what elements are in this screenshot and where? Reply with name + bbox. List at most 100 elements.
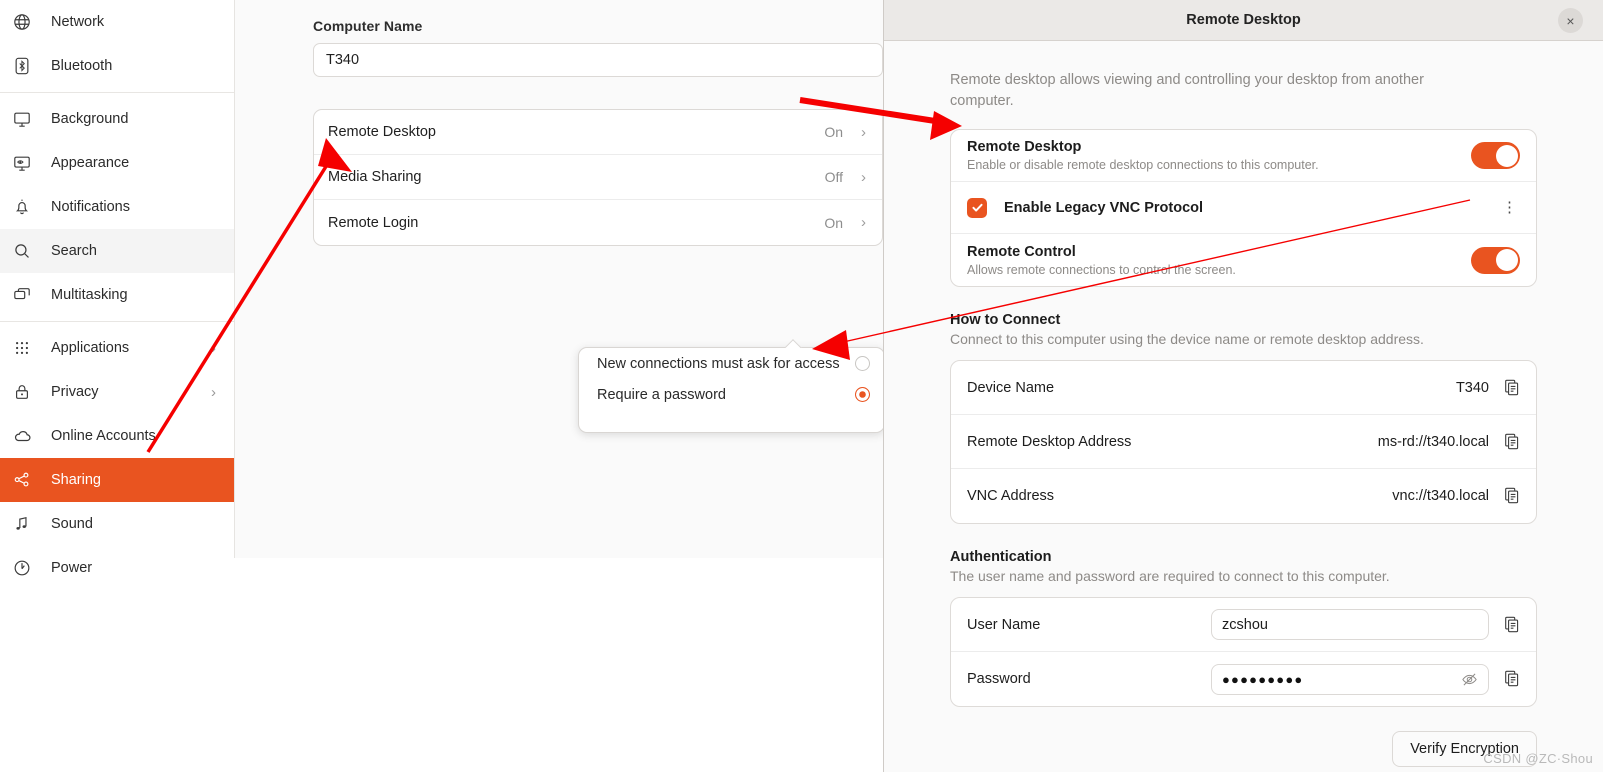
dialog-intro-text: Remote desktop allows viewing and contro… xyxy=(950,72,1424,110)
sidebar-item-label: Online Accounts xyxy=(51,428,156,444)
close-icon[interactable]: × xyxy=(1558,8,1583,33)
row-remote-control: Remote Control Allows remote connections… xyxy=(951,234,1536,286)
sidebar-item-label: Search xyxy=(51,243,97,259)
access-options-popover: New connections must ask for access Requ… xyxy=(578,347,885,433)
sidebar-item-privacy[interactable]: Privacy › xyxy=(0,370,234,414)
remote-desktop-dialog: Remote Desktop × Remote desktop allows v… xyxy=(883,0,1603,772)
search-icon xyxy=(12,241,32,261)
bluetooth-icon xyxy=(12,56,32,76)
chevron-right-icon: › xyxy=(211,339,216,357)
user-name-value: zcshou xyxy=(1222,616,1268,633)
row-legacy-vnc: Enable Legacy VNC Protocol ⋮ xyxy=(951,182,1536,235)
popover-option-label: Require a password xyxy=(597,386,726,403)
copy-icon[interactable] xyxy=(1503,378,1523,398)
remote-control-toggle[interactable] xyxy=(1471,246,1520,274)
row-password: Password ●●●●●●●●● xyxy=(951,652,1536,706)
row-key: VNC Address xyxy=(967,488,1055,505)
chevron-right-icon: › xyxy=(211,383,216,401)
list-item-state: On xyxy=(824,214,843,231)
list-item-label: Remote Desktop xyxy=(328,124,436,140)
list-item-remote-desktop[interactable]: Remote Desktop On › xyxy=(314,110,882,155)
chevron-right-icon: › xyxy=(861,168,866,186)
sidebar-item-label: Applications xyxy=(51,340,130,356)
sidebar-item-online-accounts[interactable]: Online Accounts xyxy=(0,414,234,458)
dialog-header: Remote Desktop × xyxy=(884,0,1603,41)
sidebar-item-search[interactable]: Search xyxy=(0,229,234,273)
computer-name-value: T340 xyxy=(326,52,360,68)
radio-button-selected[interactable] xyxy=(855,387,870,402)
copy-icon[interactable] xyxy=(1503,615,1523,635)
row-vnc-address: VNC Address vnc://t340.local xyxy=(951,469,1536,523)
sidebar-item-label: Appearance xyxy=(51,155,130,171)
grid-icon xyxy=(12,338,32,358)
copy-icon[interactable] xyxy=(1503,669,1523,689)
row-subtitle: Allows remote connections to control the… xyxy=(967,262,1236,277)
user-name-input[interactable]: zcshou xyxy=(1211,609,1489,641)
sidebar-item-applications[interactable]: Applications › xyxy=(0,326,234,370)
remote-desktop-toggle[interactable] xyxy=(1471,142,1520,170)
sidebar-item-sharing[interactable]: Sharing xyxy=(0,458,234,502)
copy-icon[interactable] xyxy=(1503,486,1523,506)
screen: Network Bluetooth Background Appearance … xyxy=(0,0,1603,772)
popover-arrow xyxy=(785,339,803,348)
sidebar-item-label: Sharing xyxy=(51,472,101,488)
copy-icon[interactable] xyxy=(1503,432,1523,452)
bell-icon xyxy=(12,197,32,217)
sidebar-item-network[interactable]: Network xyxy=(0,0,234,44)
sidebar-item-label: Notifications xyxy=(51,199,130,215)
authentication-heading: Authentication xyxy=(950,549,1052,566)
sidebar-item-multitasking[interactable]: Multitasking xyxy=(0,273,234,317)
row-key: Device Name xyxy=(967,379,1055,396)
sidebar-item-notifications[interactable]: Notifications xyxy=(0,185,234,229)
legacy-vnc-label: Enable Legacy VNC Protocol xyxy=(1004,199,1204,216)
kebab-menu-icon[interactable]: ⋮ xyxy=(1499,200,1520,215)
cloud-icon xyxy=(12,426,32,446)
list-item-state: On xyxy=(824,124,843,140)
settings-sidebar: Network Bluetooth Background Appearance … xyxy=(0,0,235,576)
row-key: User Name xyxy=(967,616,1041,633)
popover-option-require-password[interactable]: Require a password xyxy=(579,379,884,410)
how-to-connect-heading: How to Connect xyxy=(950,312,1061,329)
watermark: CSDN @ZC·Shou xyxy=(1483,751,1593,766)
authentication-card: User Name zcshou Password ●●●●●●●●● xyxy=(950,597,1537,708)
dialog-title: Remote Desktop xyxy=(1186,12,1301,28)
settings-window: Network Bluetooth Background Appearance … xyxy=(0,0,883,576)
chevron-right-icon: › xyxy=(861,123,866,141)
sidebar-item-label: Power xyxy=(51,560,93,576)
sidebar-item-sound[interactable]: Sound xyxy=(0,502,234,546)
remote-desktop-settings-card: Remote Desktop Enable or disable remote … xyxy=(950,129,1537,288)
sharing-content-pane: Computer Name T340 Remote Desktop On › M… xyxy=(235,0,883,558)
sidebar-item-label: Bluetooth xyxy=(51,58,113,74)
radio-button[interactable] xyxy=(855,356,870,371)
sidebar-item-bluetooth[interactable]: Bluetooth xyxy=(0,44,234,88)
row-title: Remote Desktop xyxy=(967,139,1082,156)
sidebar-item-label: Multitasking xyxy=(51,287,128,303)
sidebar-item-background[interactable]: Background xyxy=(0,97,234,141)
appearance-icon xyxy=(12,153,32,173)
row-remote-desktop: Remote Desktop Enable or disable remote … xyxy=(951,130,1536,183)
row-key: Password xyxy=(967,671,1031,688)
how-to-connect-card: Device Name T340 Remote Desktop Address … xyxy=(950,360,1537,525)
list-item-state: Off xyxy=(824,169,843,185)
row-texts: Remote Control Allows remote connections… xyxy=(967,244,1236,277)
legacy-vnc-checkbox[interactable] xyxy=(967,197,987,218)
password-value: ●●●●●●●●● xyxy=(1222,671,1304,687)
list-item-media-sharing[interactable]: Media Sharing Off › xyxy=(314,155,882,200)
sidebar-item-appearance[interactable]: Appearance xyxy=(0,141,234,185)
eye-off-icon[interactable] xyxy=(1461,671,1478,688)
popover-option-ask-for-access[interactable]: New connections must ask for access xyxy=(579,348,884,379)
list-item-label: Remote Login xyxy=(328,214,419,231)
row-texts: Remote Desktop Enable or disable remote … xyxy=(967,139,1319,172)
list-item-remote-login[interactable]: Remote Login On › xyxy=(314,200,882,245)
password-input[interactable]: ●●●●●●●●● xyxy=(1211,663,1489,695)
music-note-icon xyxy=(12,514,32,534)
monitor-icon xyxy=(12,109,32,129)
lock-icon xyxy=(12,382,32,402)
sidebar-item-power[interactable]: Power xyxy=(0,546,234,590)
row-title: Remote Control xyxy=(967,243,1076,260)
authentication-description: The user name and password are required … xyxy=(950,568,1390,585)
row-value: vnc://t340.local xyxy=(1392,488,1489,505)
computer-name-input[interactable]: T340 xyxy=(313,43,883,77)
chevron-right-icon: › xyxy=(861,214,866,231)
dialog-body: Remote desktop allows viewing and contro… xyxy=(884,41,1603,772)
